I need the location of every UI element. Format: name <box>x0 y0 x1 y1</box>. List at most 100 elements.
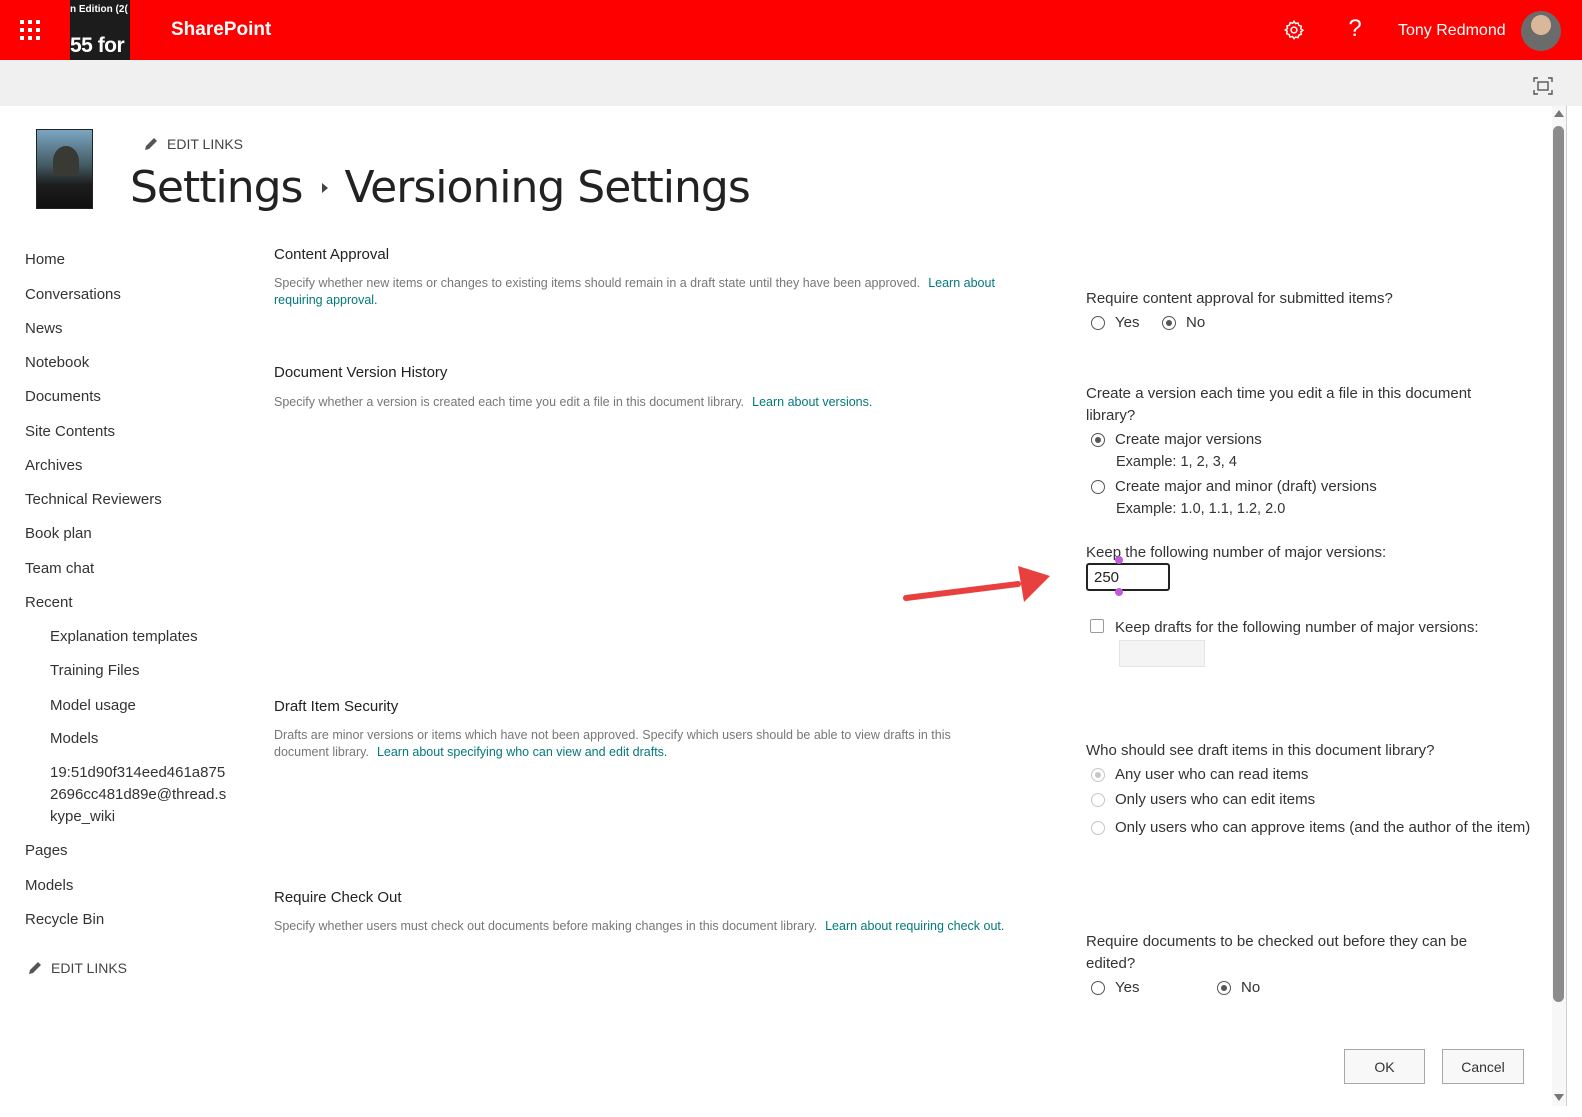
brand-image-text-bottom: 55 for <box>70 34 125 57</box>
nav-item-technical-reviewers[interactable]: Technical Reviewers <box>25 491 162 508</box>
nav-item-conversations[interactable]: Conversations <box>25 286 121 303</box>
ok-button[interactable]: OK <box>1344 1049 1425 1084</box>
breadcrumb-current: Versioning Settings <box>344 162 750 213</box>
edit-links-nav[interactable]: EDIT LINKS <box>27 960 127 976</box>
breadcrumb-settings-link[interactable]: Settings <box>130 162 303 213</box>
nav-item-model-usage[interactable]: Model usage <box>50 697 136 714</box>
app-launcher-icon[interactable] <box>0 0 60 60</box>
radio-label: Any user who can read items <box>1115 766 1309 783</box>
create-major-versions-radio[interactable]: Create major versions <box>1091 431 1262 448</box>
radio-disabled-selected-icon <box>1091 767 1105 782</box>
radio-selected-icon <box>1217 980 1231 995</box>
brand-image-text-top: n Edition (2( <box>70 4 128 15</box>
version-history-question: Create a version each time you edit a fi… <box>1086 385 1472 424</box>
nav-item-news[interactable]: News <box>25 320 63 337</box>
selection-handle-bottom[interactable] <box>1115 588 1123 596</box>
nav-item-notebook[interactable]: Notebook <box>25 354 89 371</box>
version-history-desc: Specify whether a version is created eac… <box>274 394 1034 411</box>
nav-item-training-files[interactable]: Training Files <box>50 662 139 679</box>
nav-item-documents[interactable]: Documents <box>25 388 101 405</box>
focus-mode-icon[interactable] <box>1533 77 1553 95</box>
radio-selected-icon <box>1091 432 1105 447</box>
suite-bar: n Edition (2( 55 for SharePoint ? Tony R… <box>0 0 1582 60</box>
learn-check-out-link[interactable]: Learn about requiring check out. <box>825 919 1004 933</box>
radio-label: Create major versions <box>1115 431 1262 448</box>
nav-item-models-recent[interactable]: Models <box>50 730 98 747</box>
radio-circle-icon <box>1091 980 1105 995</box>
major-versions-limit-input[interactable] <box>1086 563 1170 591</box>
content-approval-desc-text: Specify whether new items or changes to … <box>274 276 921 290</box>
pencil-icon <box>29 962 41 974</box>
scrollbar-thumb[interactable] <box>1553 126 1564 1002</box>
draft-read-radio: Any user who can read items <box>1091 766 1308 783</box>
content-approval-desc: Specify whether new items or changes to … <box>274 275 1034 309</box>
nav-item-book-plan[interactable]: Book plan <box>25 525 92 542</box>
window-edge <box>1566 106 1567 1106</box>
radio-label: Only users who can approve items (and th… <box>1115 819 1531 836</box>
nav-item-recycle-bin[interactable]: Recycle Bin <box>25 911 104 928</box>
cancel-button[interactable]: Cancel <box>1442 1049 1524 1084</box>
radio-label: Create major and minor (draft) versions <box>1115 478 1377 495</box>
radio-label: Yes <box>1115 979 1140 996</box>
nav-item-recent[interactable]: Recent <box>25 594 73 611</box>
version-history-title: Document Version History <box>274 364 448 381</box>
selection-handle-top[interactable] <box>1115 556 1123 564</box>
checkout-title: Require Check Out <box>274 889 402 906</box>
user-name[interactable]: Tony Redmond <box>1398 22 1506 40</box>
radio-circle-icon <box>1091 479 1105 494</box>
nav-item-skype-wiki[interactable]: 19:51d90f314eed461a8752696cc481d89e@thre… <box>50 762 228 828</box>
keep-drafts-label: Keep drafts for the following number of … <box>1115 619 1479 636</box>
content-approval-no-radio[interactable]: No <box>1162 314 1205 331</box>
nav-item-models[interactable]: Models <box>25 877 73 894</box>
app-name-link[interactable]: SharePoint <box>171 19 271 41</box>
site-brand-image[interactable]: n Edition (2( 55 for <box>70 0 130 60</box>
radio-label: No <box>1241 979 1261 996</box>
help-icon[interactable]: ? <box>1345 15 1365 43</box>
checkout-desc-text: Specify whether users must check out doc… <box>274 919 818 933</box>
scroll-down-arrow-icon[interactable] <box>1554 1094 1564 1101</box>
user-avatar[interactable] <box>1521 11 1561 51</box>
drafts-limit-input <box>1119 640 1205 667</box>
scroll-up-arrow-icon[interactable] <box>1554 110 1564 117</box>
radio-label: No <box>1186 314 1206 331</box>
draft-edit-radio: Only users who can edit items <box>1091 791 1315 808</box>
minor-versions-example: Example: 1.0, 1.1, 1.2, 2.0 <box>1116 501 1286 517</box>
radio-circle-icon <box>1091 315 1105 330</box>
major-versions-example: Example: 1, 2, 3, 4 <box>1116 454 1237 470</box>
nav-item-team-chat[interactable]: Team chat <box>25 560 94 577</box>
radio-disabled-icon <box>1091 820 1105 835</box>
checkout-yes-radio[interactable]: Yes <box>1091 979 1139 996</box>
nav-item-explanation-templates[interactable]: Explanation templates <box>50 628 198 645</box>
content-approval-yes-radio[interactable]: Yes <box>1091 314 1139 331</box>
draft-security-desc: Drafts are minor versions or items which… <box>274 727 994 761</box>
edit-links-top[interactable]: EDIT LINKS <box>143 136 243 152</box>
nav-item-home[interactable]: Home <box>25 251 65 268</box>
annotation-arrow-icon <box>903 566 1050 602</box>
keep-drafts-checkbox[interactable] <box>1090 619 1104 633</box>
radio-selected-icon <box>1162 315 1176 330</box>
checkout-desc: Specify whether users must check out doc… <box>274 918 1024 935</box>
draft-security-question: Who should see draft items in this docum… <box>1086 742 1435 759</box>
nav-item-archives[interactable]: Archives <box>25 457 83 474</box>
site-logo[interactable] <box>36 129 93 209</box>
create-major-minor-versions-radio[interactable]: Create major and minor (draft) versions <box>1091 478 1377 495</box>
draft-security-title: Draft Item Security <box>274 698 399 715</box>
checkout-question: Require documents to be checked out befo… <box>1086 933 1468 972</box>
page-title: Settings Versioning Settings <box>130 162 751 213</box>
nav-item-pages[interactable]: Pages <box>25 842 68 859</box>
learn-drafts-link[interactable]: Learn about specifying who can view and … <box>377 745 667 759</box>
nav-item-site-contents[interactable]: Site Contents <box>25 423 115 440</box>
pencil-icon <box>145 138 157 150</box>
radio-label: Yes <box>1115 314 1140 331</box>
learn-versions-link[interactable]: Learn about versions. <box>752 395 872 409</box>
breadcrumb-separator-icon <box>322 182 329 193</box>
radio-label: Only users who can edit items <box>1115 791 1316 808</box>
checkout-no-radio[interactable]: No <box>1217 979 1260 996</box>
content-approval-question: Require content approval for submitted i… <box>1086 290 1393 307</box>
version-history-desc-text: Specify whether a version is created eac… <box>274 395 745 409</box>
command-bar <box>0 60 1582 106</box>
keep-major-versions-label: Keep the following number of major versi… <box>1086 544 1387 561</box>
settings-gear-icon[interactable] <box>1283 19 1305 41</box>
radio-disabled-icon <box>1091 792 1105 807</box>
draft-approve-radio: Only users who can approve items (and th… <box>1091 816 1531 839</box>
